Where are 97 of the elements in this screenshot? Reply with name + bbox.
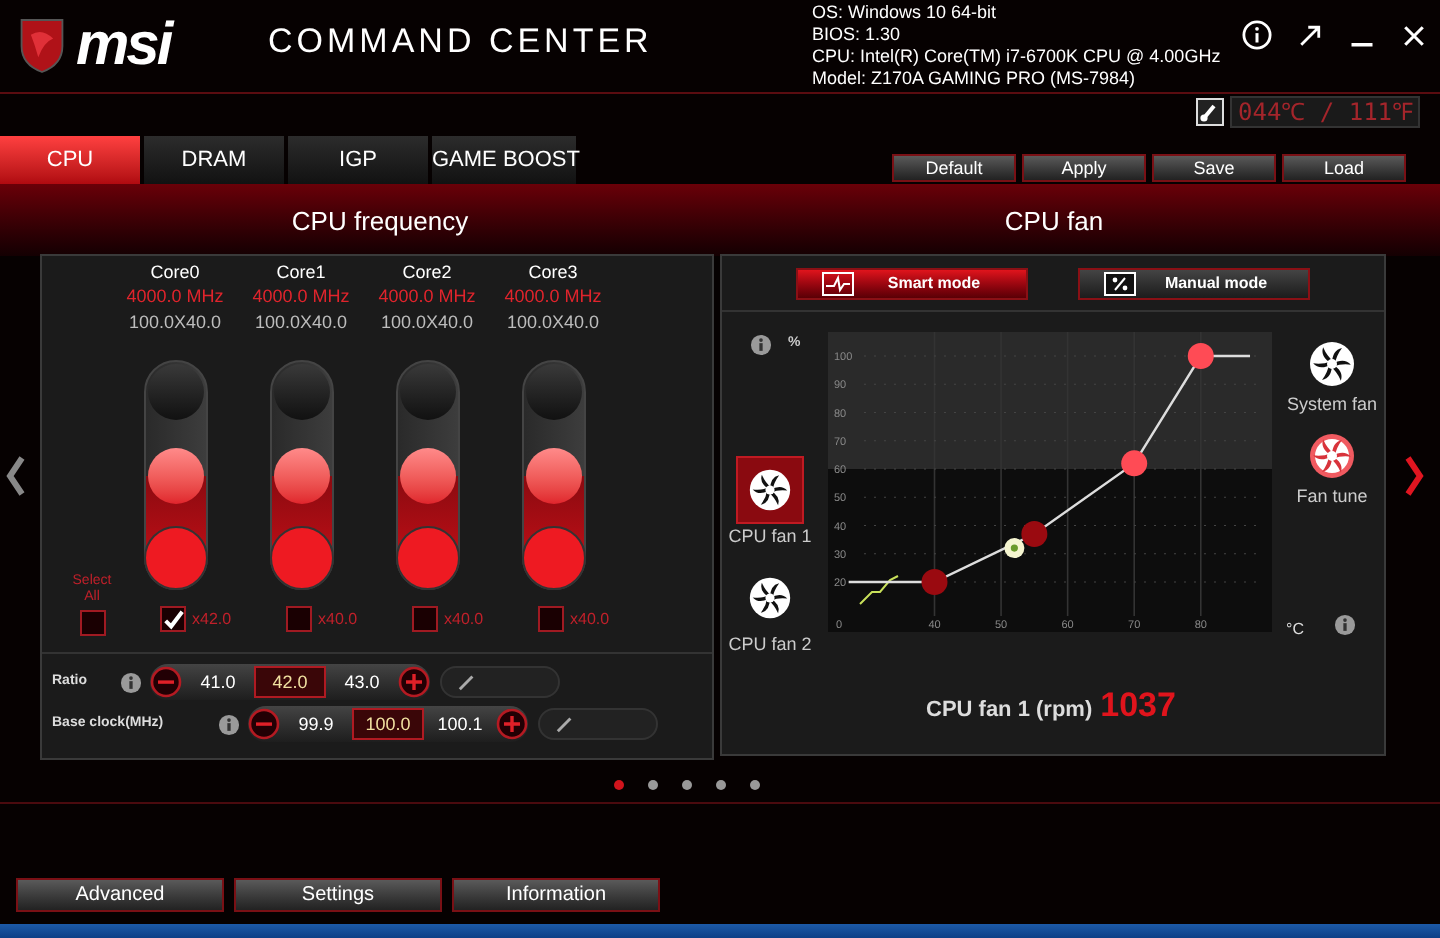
core-name: Core3 bbox=[528, 260, 578, 284]
multiplier-text: 100.0X40.0 bbox=[380, 310, 474, 336]
operating-point-icon bbox=[1004, 538, 1025, 559]
slider-thumb[interactable] bbox=[273, 447, 329, 503]
minus-button[interactable] bbox=[150, 666, 182, 698]
info-icon[interactable] bbox=[750, 334, 772, 356]
info-icon[interactable] bbox=[120, 671, 142, 693]
slider-thumb[interactable] bbox=[525, 447, 581, 503]
core-name: Core1 bbox=[276, 260, 326, 284]
slider-track[interactable] bbox=[521, 360, 585, 590]
pencil-icon bbox=[556, 714, 574, 734]
action-button[interactable]: Save bbox=[1152, 154, 1276, 182]
rpm-value: 1037 bbox=[1100, 684, 1176, 728]
expand-icon[interactable] bbox=[1296, 21, 1324, 49]
fan-icon bbox=[1308, 431, 1356, 479]
curve-point bbox=[1187, 343, 1214, 369]
ratio-text: x40.0 bbox=[318, 607, 358, 631]
multiplier-text: 100.0X40.0 bbox=[506, 310, 600, 336]
pencil-icon bbox=[458, 672, 476, 692]
mode-button[interactable]: Manual mode bbox=[1078, 268, 1310, 300]
system-info-text: Model: Z170A GAMING PRO (MS-7984) bbox=[812, 68, 1138, 90]
curve-point bbox=[1021, 521, 1048, 547]
curve-point bbox=[921, 569, 948, 595]
frequency-text: 4000.0 MHz bbox=[504, 284, 602, 308]
fan-selector[interactable]: CPU fan 2 bbox=[728, 563, 812, 658]
tab[interactable]: GAME BOOST bbox=[432, 136, 576, 184]
axis-unit-label: °C bbox=[1286, 618, 1304, 642]
info-icon[interactable] bbox=[1334, 614, 1356, 636]
plus-button[interactable] bbox=[496, 708, 528, 740]
system-info-text: CPU: Intel(R) Core(TM) i7-6700K CPU @ 4.00GHz bbox=[812, 46, 1223, 68]
nav-button[interactable]: Advanced bbox=[16, 878, 224, 912]
slider-thumb[interactable] bbox=[399, 447, 455, 503]
checkbox[interactable] bbox=[160, 606, 186, 632]
close-icon[interactable] bbox=[1400, 21, 1428, 49]
ratio-text: x42.0 bbox=[192, 607, 232, 631]
value-text: 41.0 bbox=[198, 670, 238, 696]
plus-button[interactable] bbox=[398, 666, 430, 698]
frequency-text: 4000.0 MHz bbox=[378, 284, 476, 308]
action-button[interactable]: Default bbox=[892, 154, 1016, 182]
slider-knob[interactable] bbox=[147, 364, 203, 420]
action-button[interactable]: Apply bbox=[1022, 154, 1146, 182]
percent-icon bbox=[1104, 272, 1136, 296]
section-title: CPU frequency bbox=[289, 204, 471, 240]
checkbox[interactable] bbox=[79, 610, 105, 636]
info-icon[interactable] bbox=[218, 713, 240, 735]
value-text: 99.9 bbox=[296, 712, 336, 738]
edit-field[interactable] bbox=[538, 708, 658, 740]
edit-field[interactable] bbox=[440, 666, 560, 698]
slider-knob[interactable] bbox=[273, 364, 329, 420]
fan-icon bbox=[748, 468, 792, 512]
tab[interactable]: IGP bbox=[288, 136, 428, 184]
core-name: Core2 bbox=[402, 260, 452, 284]
tab[interactable]: DRAM bbox=[144, 136, 284, 184]
shield-icon bbox=[16, 16, 68, 76]
fan-icon bbox=[748, 575, 792, 619]
frequency-text: 4000.0 MHz bbox=[126, 284, 224, 308]
mode-button[interactable]: Smart mode bbox=[796, 268, 1028, 300]
thermometer-icon[interactable] bbox=[1196, 98, 1224, 126]
minus-button[interactable] bbox=[248, 708, 280, 740]
core-name: Core0 bbox=[150, 260, 200, 284]
system-info-text: BIOS: 1.30 bbox=[812, 24, 903, 46]
value-text: 43.0 bbox=[342, 670, 382, 696]
logo-text: msi bbox=[76, 16, 171, 76]
curve-point bbox=[1121, 450, 1148, 477]
value-text: 42.0 bbox=[254, 666, 326, 698]
checkbox[interactable] bbox=[286, 606, 312, 632]
ratio-text: x40.0 bbox=[444, 607, 484, 631]
slider-track[interactable] bbox=[395, 360, 459, 590]
multiplier-text: 100.0X40.0 bbox=[254, 310, 348, 336]
ratio-text: x40.0 bbox=[570, 607, 610, 631]
slider-knob[interactable] bbox=[399, 364, 455, 420]
slider-track[interactable] bbox=[269, 360, 333, 590]
nav-button[interactable]: Settings bbox=[234, 878, 442, 912]
waveform-icon bbox=[822, 272, 854, 296]
multiplier-text: 100.0X40.0 bbox=[128, 310, 222, 336]
fan-icon bbox=[1308, 340, 1356, 388]
reading-label: CPU fan 1 (rpm) bbox=[926, 696, 1093, 726]
checkbox[interactable] bbox=[412, 606, 438, 632]
history-trace bbox=[859, 575, 899, 605]
nav-button[interactable]: Information bbox=[452, 878, 660, 912]
frequency-text: 4000.0 MHz bbox=[252, 284, 350, 308]
section-title: CPU fan bbox=[1002, 204, 1106, 240]
value-text: 100.0 bbox=[352, 708, 424, 740]
slider-thumb[interactable] bbox=[147, 447, 203, 503]
checkmark-icon bbox=[162, 608, 184, 630]
system-info-text: OS: Windows 10 64-bit bbox=[812, 2, 999, 24]
fan-option-button[interactable]: Fan tune bbox=[1296, 431, 1368, 510]
app-title: COMMAND CENTER bbox=[268, 24, 655, 58]
slider-knob[interactable] bbox=[525, 364, 581, 420]
checkbox[interactable] bbox=[538, 606, 564, 632]
value-text: 100.1 bbox=[435, 712, 485, 738]
action-button[interactable]: Load bbox=[1282, 154, 1406, 182]
fan-option-button[interactable]: System fan bbox=[1286, 340, 1378, 419]
temperature-display: 044℃ / 111℉ bbox=[1230, 96, 1421, 128]
info-icon[interactable] bbox=[1242, 20, 1272, 50]
slider-track[interactable] bbox=[143, 360, 207, 590]
tab[interactable]: CPU bbox=[0, 136, 140, 184]
